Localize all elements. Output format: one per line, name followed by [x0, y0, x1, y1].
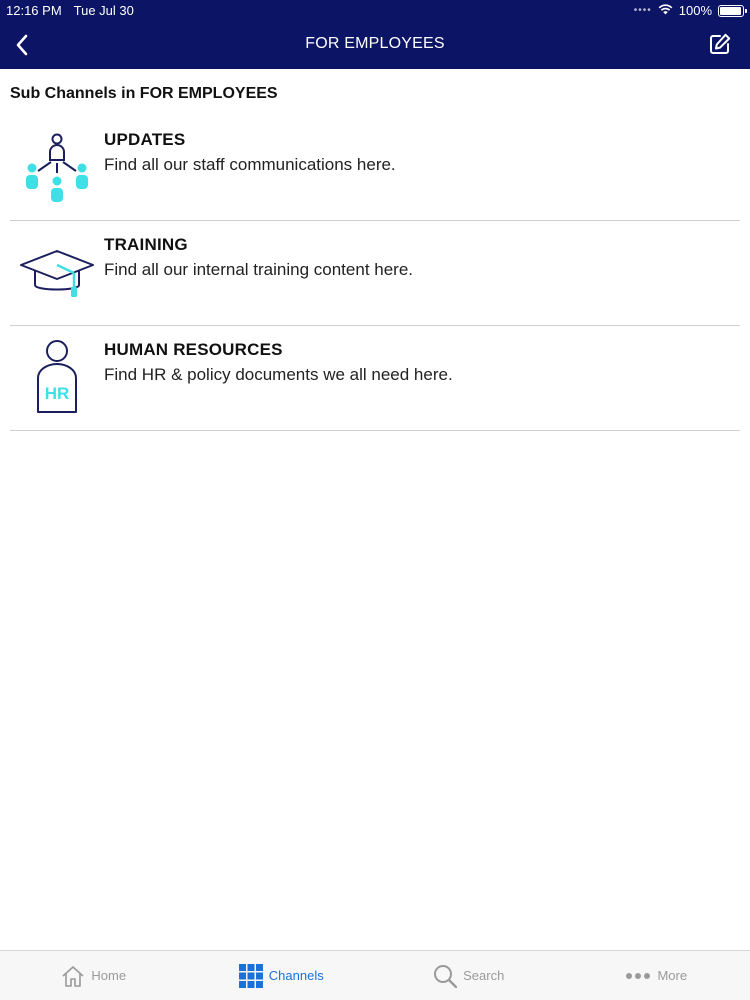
section-title: Sub Channels in FOR EMPLOYEES [10, 85, 278, 102]
tab-bar: Home Channels Search More [0, 950, 750, 1000]
channel-name: TRAINING [104, 235, 188, 254]
tab-label: More [657, 968, 688, 983]
compose-button[interactable] [708, 32, 734, 58]
channel-name: UPDATES [104, 130, 186, 149]
status-date: Tue Jul 30 [73, 3, 134, 18]
graduation-cap-icon [18, 235, 96, 313]
wifi-icon [658, 3, 673, 18]
channel-item-updates[interactable]: UPDATES Find all our staff communication… [10, 116, 740, 221]
signal-icon: •••• [633, 5, 652, 16]
home-icon [62, 965, 84, 987]
tab-label: Search [463, 968, 505, 983]
tab-more[interactable]: More [563, 951, 750, 1000]
tab-channels[interactable]: Channels [188, 951, 376, 1000]
channel-list: UPDATES Find all our staff communication… [10, 116, 740, 431]
channel-item-training[interactable]: TRAINING Find all our internal training … [10, 221, 740, 326]
hr-person-icon: HR [18, 340, 96, 418]
page-title: FOR EMPLOYEES [305, 35, 445, 52]
tab-home[interactable]: Home [0, 951, 188, 1000]
more-icon [626, 972, 651, 979]
channel-name: HUMAN RESOURCES [104, 340, 283, 359]
battery-percent: 100% [678, 3, 712, 18]
hr-icon-text: HR [45, 384, 70, 403]
battery-icon [718, 4, 747, 17]
people-network-icon [18, 130, 96, 208]
nav-bar: FOR EMPLOYEES [0, 22, 750, 69]
tab-search[interactable]: Search [375, 951, 563, 1000]
tab-label: Channels [268, 968, 324, 983]
battery-fill [720, 6, 741, 15]
channel-description: Find all our internal training content h… [104, 260, 414, 279]
channel-description: Find HR & policy documents we all need h… [104, 365, 453, 384]
search-icon [434, 964, 458, 988]
compose-icon [710, 33, 731, 54]
channel-description: Find all our staff communications here. [104, 155, 396, 174]
grid-icon [238, 963, 263, 988]
app-header: 12:16 PM Tue Jul 30 •••• 100% FOR EMPLOY… [0, 0, 750, 69]
tab-label: Home [91, 968, 127, 983]
status-bar: 12:16 PM Tue Jul 30 •••• 100% [0, 0, 750, 22]
status-time: 12:16 PM [6, 3, 62, 18]
channel-item-human-resources[interactable]: HR HUMAN RESOURCES Find HR & policy docu… [10, 326, 740, 431]
